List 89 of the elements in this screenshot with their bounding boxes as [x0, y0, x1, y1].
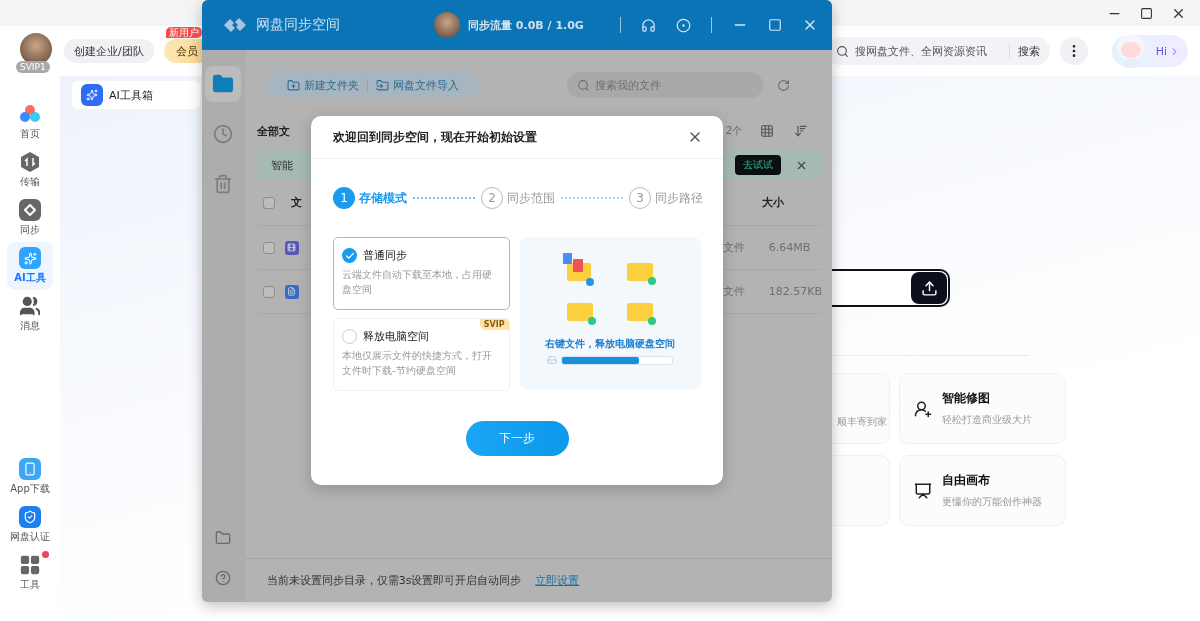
- grid-icon: [19, 554, 41, 576]
- upload-icon: [920, 279, 938, 297]
- folder-icon: [212, 73, 235, 95]
- step-label: 同步路径: [655, 189, 703, 207]
- tool-description: 更懂你的万能创作神器: [942, 495, 1042, 509]
- table-cell: 6.64MB: [768, 241, 811, 254]
- step-label: 存储模式: [359, 189, 407, 207]
- maximize-icon[interactable]: [1140, 6, 1153, 20]
- nav-item[interactable]: 同步: [7, 194, 53, 242]
- folder-icon[interactable]: [215, 530, 232, 546]
- refresh-icon[interactable]: [776, 78, 790, 92]
- breadcrumb[interactable]: 全部文: [256, 123, 290, 139]
- table-cell: 文件: [722, 284, 745, 299]
- radio-button[interactable]: [342, 329, 357, 344]
- ai-toolbox-tab[interactable]: AI工具箱: [72, 81, 200, 109]
- tool-card[interactable]: 智能修图 轻松打造商业级大片: [899, 373, 1066, 444]
- traffic-usage: 同步流量 0.0B / 1.0G: [468, 17, 584, 33]
- drive-icon: [547, 355, 558, 365]
- illustration-caption: 右键文件，释放电脑硬盘空间: [545, 337, 676, 351]
- video-file-icon: [284, 240, 299, 255]
- folder-plus-icon: [286, 78, 300, 92]
- table-cell: 182.57KB: [768, 285, 822, 298]
- dialog-title: 欢迎回到同步空间，现在开始初始设置: [333, 128, 537, 146]
- checkbox[interactable]: [262, 285, 275, 298]
- more-button[interactable]: [1060, 37, 1088, 65]
- sort-icon[interactable]: [794, 124, 808, 138]
- search-button[interactable]: 搜索: [1009, 43, 1040, 59]
- radio-button[interactable]: [342, 248, 357, 263]
- nav-item[interactable]: App下载: [7, 453, 53, 501]
- assistant-button[interactable]: Hi: [1112, 35, 1188, 67]
- help-icon[interactable]: [215, 570, 232, 586]
- tab-label: AI工具箱: [109, 87, 153, 103]
- rail-button[interactable]: [205, 66, 242, 102]
- sparkle-icon: [19, 247, 41, 269]
- checkbox[interactable]: [262, 241, 275, 254]
- portrait-icon: [914, 399, 932, 418]
- create-team-button[interactable]: 创建企业/团队: [64, 39, 154, 63]
- column-header[interactable]: 文: [290, 195, 302, 210]
- search-icon: [576, 78, 590, 92]
- nav-item[interactable]: AI工具: [7, 242, 53, 290]
- checkbox[interactable]: [262, 196, 275, 209]
- step-number: 1: [333, 187, 355, 209]
- footer-text: 当前未设置同步目录，仅需3s设置即可开启自动同步: [266, 573, 522, 588]
- mode-option[interactable]: 释放电脑空间 本地仅展示文件的快捷方式，打开文件时下载-节约硬盘空间 SVIP: [333, 318, 510, 391]
- target-icon[interactable]: [676, 17, 691, 33]
- clock-icon: [213, 124, 234, 144]
- nav-item[interactable]: 工具: [7, 549, 53, 597]
- tool-title: 自由画布: [942, 472, 991, 489]
- tool-card[interactable]: 自由画布 更懂你的万能创作神器: [899, 455, 1066, 526]
- step-label: 同步范围: [507, 189, 555, 207]
- import-icon: [375, 78, 389, 92]
- vip-level-badge: SVIP1: [16, 61, 50, 73]
- file-count: 2个: [725, 124, 742, 138]
- grid-view-icon[interactable]: [760, 124, 774, 138]
- option-title: 释放电脑空间: [363, 329, 429, 344]
- home-icon: [19, 103, 41, 125]
- upload-button[interactable]: [911, 272, 947, 304]
- column-header[interactable]: 大小: [761, 195, 784, 210]
- option-description: 云端文件自动下载至本地，占用硬盘空间: [342, 268, 493, 297]
- avatar-icon[interactable]: [434, 12, 460, 38]
- nav-item[interactable]: 网盘认证: [7, 501, 53, 549]
- headset-icon[interactable]: [641, 17, 656, 33]
- nav-item[interactable]: 消息: [7, 290, 53, 338]
- easel-icon: [914, 481, 932, 500]
- option-description: 本地仅展示文件的快捷方式，打开文件时下载-节约硬盘空间: [342, 349, 493, 378]
- svip-badge: SVIP: [479, 319, 509, 330]
- users-icon: [19, 295, 41, 317]
- sparkle-icon: [81, 84, 103, 106]
- mode-option[interactable]: 普通同步 云端文件自动下载至本地，占用硬盘空间: [333, 237, 510, 310]
- shield-icon: [19, 506, 41, 528]
- tool-description: 轻松打造商业级大片: [942, 413, 1032, 427]
- nav-item[interactable]: 首页: [7, 98, 53, 146]
- search-icon: [836, 44, 849, 58]
- new-user-tag: 新用户: [165, 27, 202, 38]
- tool-title: 智能修图: [942, 390, 991, 407]
- nav-item[interactable]: 传输: [7, 146, 53, 194]
- tool-description: 顺丰寄到家: [837, 415, 887, 429]
- try-button[interactable]: 去试试: [735, 155, 781, 175]
- check-icon: [344, 250, 355, 261]
- banner-text: 智能: [270, 157, 293, 173]
- document-file-icon: [284, 284, 299, 299]
- sync-icon: [19, 199, 41, 221]
- window-title: 网盘同步空间: [256, 16, 341, 34]
- table-cell: 文件: [722, 240, 745, 255]
- option-title: 普通同步: [363, 248, 407, 263]
- transfer-icon: [19, 151, 41, 173]
- trash-icon: [213, 174, 234, 194]
- phone-icon: [19, 458, 41, 480]
- search-placeholder: 搜网盘文件、全网资源资讯: [855, 43, 987, 59]
